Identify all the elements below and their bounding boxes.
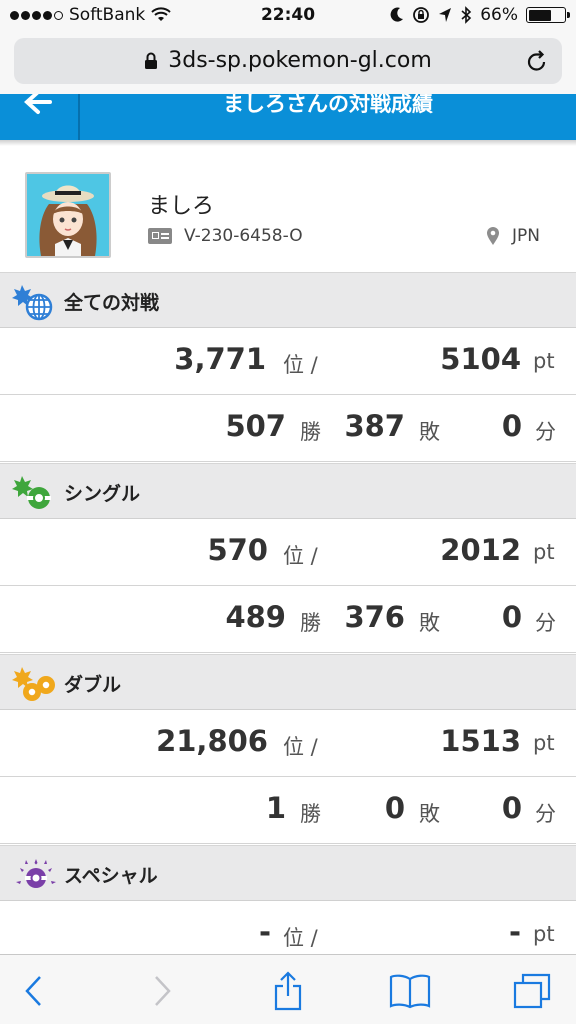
player-id: V-230-6458-O [184, 226, 303, 246]
wins-unit: 勝 [300, 611, 321, 635]
section-header-single: シングル [0, 463, 576, 519]
avatar [25, 172, 111, 258]
points-unit: pt [533, 349, 555, 373]
losses-value: 387 [344, 409, 405, 443]
record-row: 1 勝 0 敗 0 分 [0, 777, 576, 844]
tabs-button[interactable] [510, 969, 554, 1013]
trainer-avatar-icon [27, 174, 109, 256]
rank-value: 570 [207, 533, 268, 567]
points-unit: pt [533, 731, 555, 755]
rotation-lock-icon [413, 7, 430, 23]
url-text: 3ds-sp.pokemon-gl.com [168, 48, 432, 73]
points-value: - [508, 915, 521, 949]
section-header-all-battles: 全ての対戦 [0, 272, 576, 328]
section-title: シングル [64, 483, 141, 505]
battery-icon [526, 7, 570, 23]
tabs-icon [513, 973, 551, 1009]
share-icon [274, 971, 302, 1011]
record-row: 507 勝 387 敗 0 分 [0, 395, 576, 462]
losses-unit: 敗 [419, 420, 440, 444]
chevron-right-icon [155, 976, 171, 1006]
rank-row: 3,771 位 / 5104 pt [0, 328, 576, 395]
losses-value: 376 [344, 600, 405, 634]
wins-value: 489 [225, 600, 286, 634]
location-arrow-icon [439, 8, 452, 22]
lock-icon [145, 52, 158, 69]
losses-unit: 敗 [419, 802, 440, 826]
browser-toolbar [0, 954, 576, 1024]
section-header-double: ダブル [0, 654, 576, 710]
rank-row: 570 位 / 2012 pt [0, 519, 576, 586]
browser-forward-button[interactable] [140, 969, 184, 1013]
wins-unit: 勝 [300, 420, 321, 444]
location-pin-icon [487, 227, 500, 245]
losses-value: 0 [384, 791, 405, 825]
browser-back-button[interactable] [12, 969, 56, 1013]
rank-row: - 位 / - pt [0, 901, 576, 961]
address-bar[interactable]: 3ds-sp.pokemon-gl.com [14, 38, 562, 84]
record-row: 489 勝 376 敗 0 分 [0, 586, 576, 653]
points-value: 5104 [440, 342, 521, 376]
losses-unit: 敗 [419, 611, 440, 635]
rank-unit: 位 / [283, 353, 318, 377]
points-unit: pt [533, 922, 555, 946]
rank-unit: 位 / [283, 926, 318, 950]
back-arrow-icon [24, 94, 52, 114]
points-unit: pt [533, 540, 555, 564]
rank-unit: 位 / [283, 735, 318, 759]
id-card-icon [148, 228, 172, 244]
section-header-special: スペシャル [0, 845, 576, 901]
section-title: スペシャル [64, 865, 158, 887]
rank-row: 21,806 位 / 1513 pt [0, 710, 576, 777]
bluetooth-icon [461, 6, 472, 24]
battery-percent: 66% [480, 5, 518, 25]
bookmarks-button[interactable] [388, 969, 432, 1013]
section-title: ダブル [64, 674, 122, 696]
chevron-left-icon [25, 976, 41, 1006]
status-bar: SoftBank 22:40 66% [0, 0, 576, 32]
player-name: ましろ [148, 194, 215, 219]
draws-unit: 分 [535, 802, 556, 826]
share-button[interactable] [266, 969, 310, 1013]
rank-value: 21,806 [156, 724, 268, 758]
draws-value: 0 [501, 600, 522, 634]
rank-value: 3,771 [174, 342, 266, 376]
wins-value: 507 [225, 409, 286, 443]
globe-battle-icon [12, 285, 53, 321]
wins-value: 1 [265, 791, 286, 825]
browser-address-area: 3ds-sp.pokemon-gl.com [0, 32, 576, 94]
page-header: ましろさんの対戦成績 [0, 94, 576, 140]
points-value: 1513 [440, 724, 521, 758]
draws-value: 0 [501, 409, 522, 443]
player-region: JPN [512, 226, 540, 246]
wins-unit: 勝 [300, 802, 321, 826]
draws-unit: 分 [535, 420, 556, 444]
player-profile: ましろ V-230-6458-O JPN [0, 146, 576, 272]
reload-icon[interactable] [526, 49, 548, 73]
book-icon [389, 974, 431, 1009]
back-button[interactable] [0, 94, 80, 140]
draws-unit: 分 [535, 611, 556, 635]
section-title: 全ての対戦 [64, 292, 160, 314]
draws-value: 0 [501, 791, 522, 825]
special-battle-icon [16, 859, 56, 888]
single-battle-icon [12, 476, 51, 509]
rank-unit: 位 / [283, 544, 318, 568]
rank-value: - [258, 915, 271, 949]
double-battle-icon [12, 667, 55, 701]
moon-icon [390, 7, 404, 22]
page-title: ましろさんの対戦成績 [223, 94, 433, 116]
points-value: 2012 [440, 533, 521, 567]
